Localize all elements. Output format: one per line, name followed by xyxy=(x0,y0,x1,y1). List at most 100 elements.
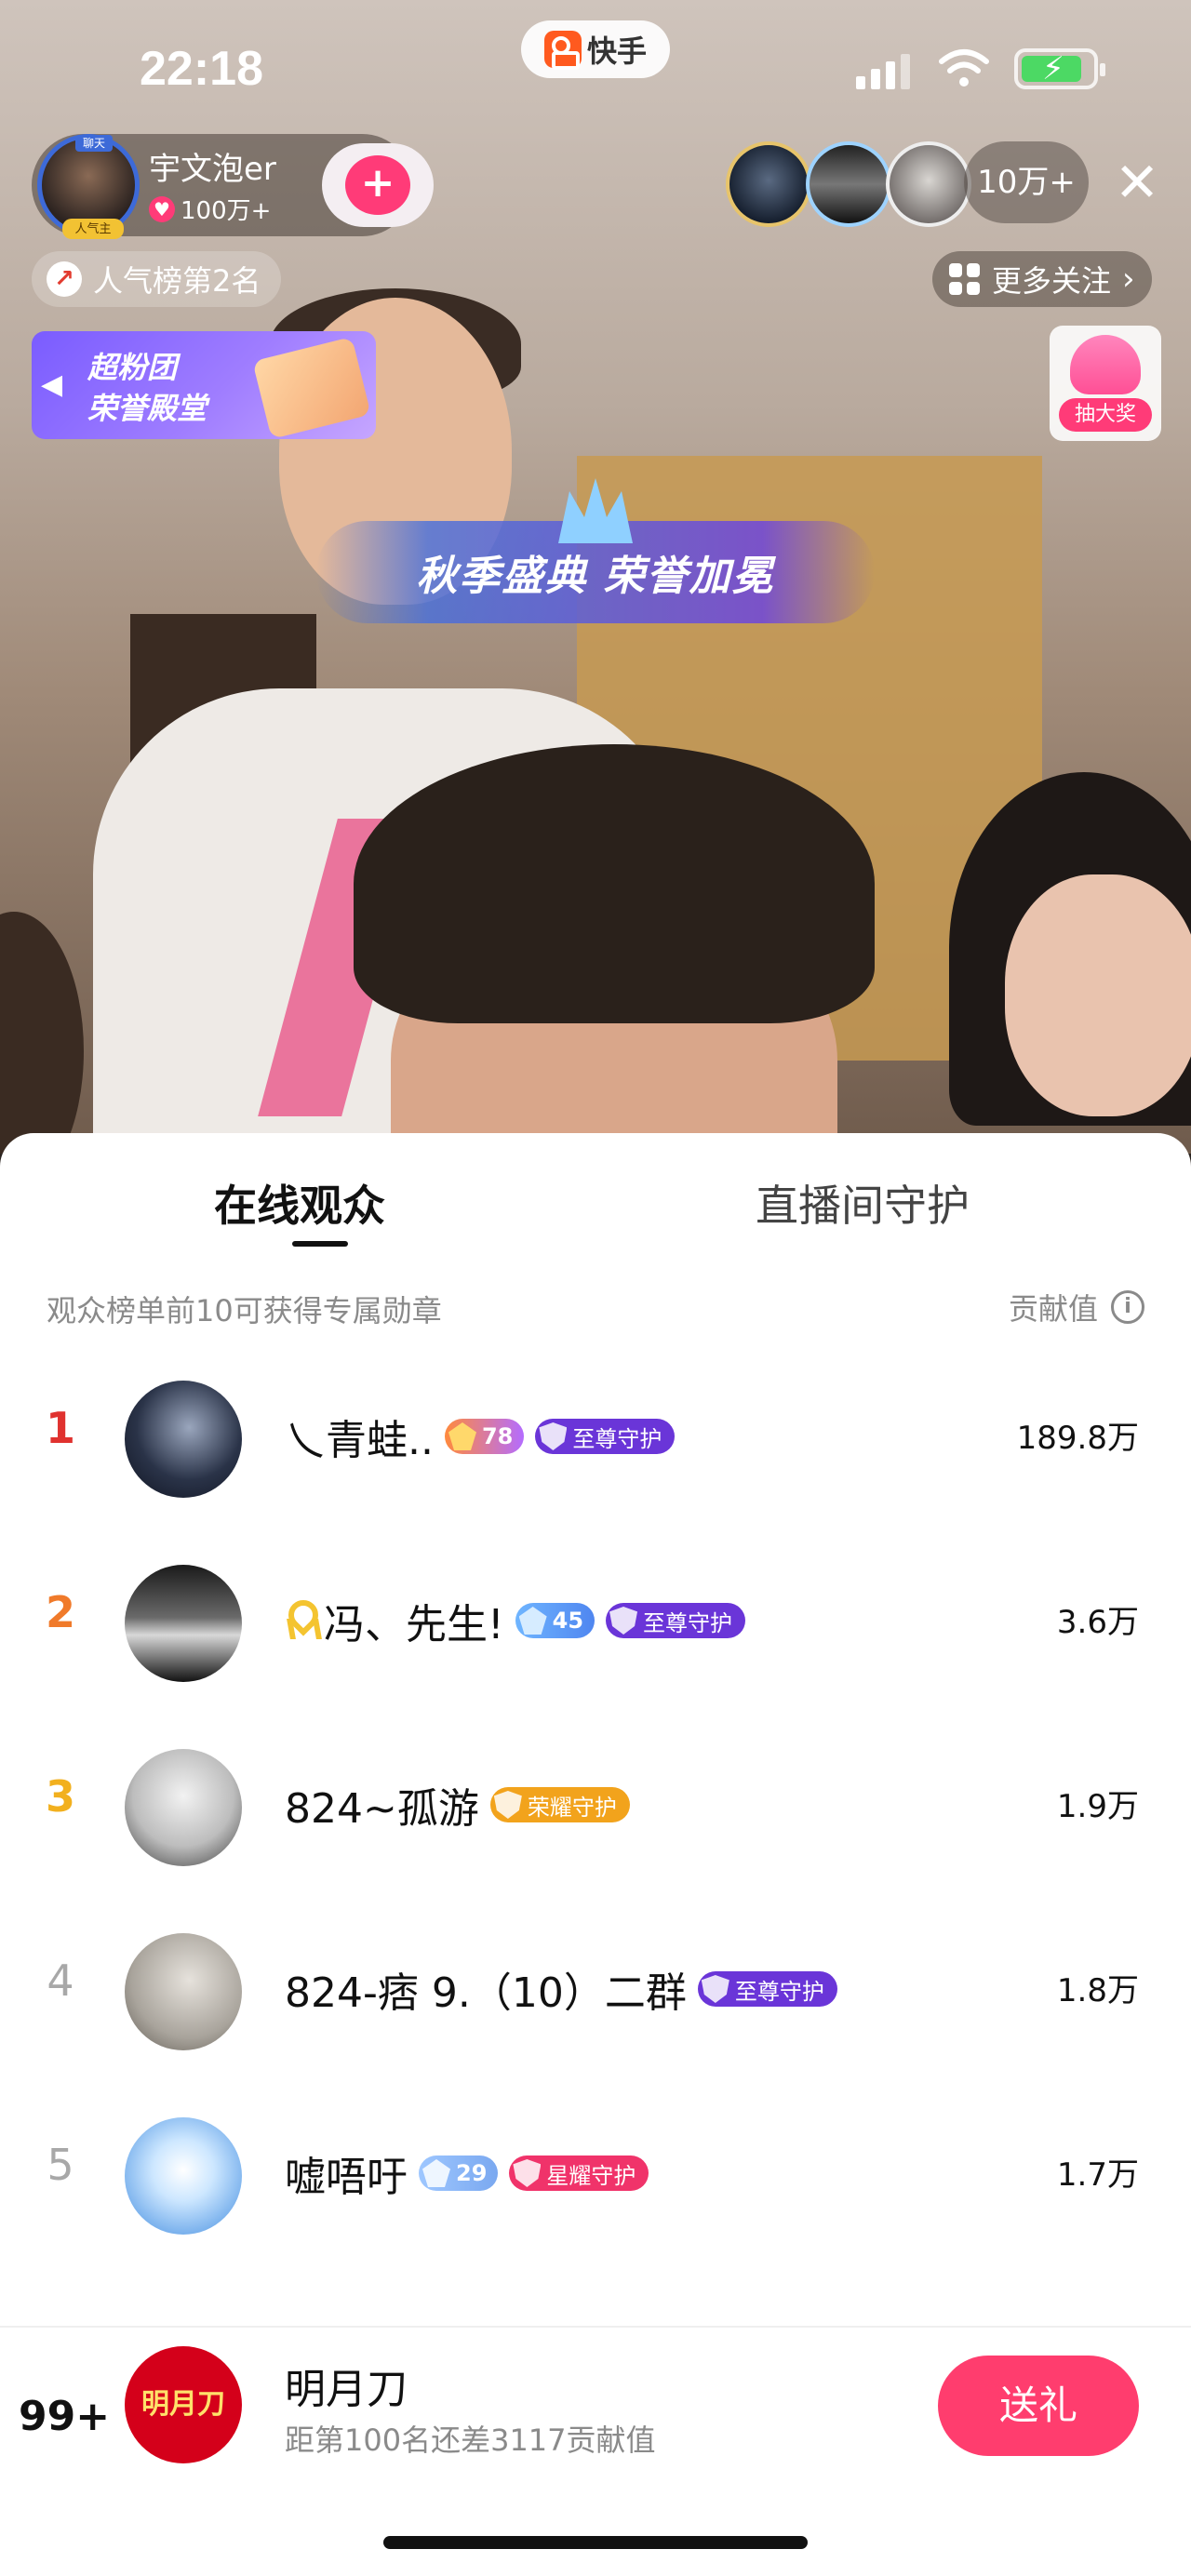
status-time: 22:18 xyxy=(140,42,263,96)
level-badge: 78 xyxy=(444,1419,525,1454)
host-avatar-badge-top: 聊天 xyxy=(75,135,113,152)
list-item[interactable]: 2 冯、先生! 45 至尊守护 3.6万 xyxy=(0,1531,1191,1715)
top-viewer-avatar[interactable] xyxy=(726,141,811,227)
contribution-value: 1.8万 xyxy=(1056,1972,1139,2009)
guard-label: 荣耀守护 xyxy=(527,1794,617,1821)
level-number: 45 xyxy=(552,1608,584,1634)
video-person-right xyxy=(949,772,1191,1154)
lottery-button[interactable]: 抽大奖 xyxy=(1050,326,1161,441)
guard-badge: 至尊守护 xyxy=(606,1603,746,1638)
tab-online-audience[interactable]: 在线观众 xyxy=(214,1172,385,1234)
contribution-value: 1.7万 xyxy=(1056,2156,1139,2194)
viewer-name-line: 冯、先生! 45 至尊守护 xyxy=(285,1591,746,1650)
wifi-icon xyxy=(939,49,989,87)
my-ranking-row: 99+ 明月刀 明月刀 距第100名还差3117贡献值 送礼 xyxy=(0,2326,1191,2512)
viewer-name: 乀青蛙.. xyxy=(285,1417,434,1464)
grid-icon xyxy=(949,263,981,295)
avatar[interactable] xyxy=(125,1565,242,1682)
gem-icon xyxy=(518,1607,547,1635)
viewer-list: 1 乀青蛙.. 78 至尊守护 189.8万 2 冯、先生! 45 至尊守护 3… xyxy=(0,1347,1191,2268)
kuaishou-logo-icon xyxy=(543,31,582,70)
active-tab-indicator xyxy=(292,1241,348,1247)
video-person-front xyxy=(354,744,875,1154)
level-badge: 45 xyxy=(515,1603,596,1638)
viewer-count[interactable]: 10万+ xyxy=(964,141,1089,223)
guard-badge: 星耀守护 xyxy=(509,2156,649,2191)
host-avatar-badge-bottom: 人气主 xyxy=(62,219,124,239)
more-follow-label: 更多关注 xyxy=(992,263,1112,299)
level-number: 29 xyxy=(456,2160,488,2186)
live-room-screen: 22:18 快手 ⚡ 聊天 人气主 宇文泡er ♥ 100万+ + 10万+ ✕ xyxy=(0,0,1191,2576)
popularity-chip[interactable]: ↗ 人气榜第2名 xyxy=(32,251,282,307)
battery-icon: ⚡ xyxy=(1014,48,1105,89)
my-rank: 99+ xyxy=(19,2393,111,2440)
host-name[interactable]: 宇文泡er xyxy=(149,143,276,189)
viewer-name-line: 乀青蛙.. 78 至尊守护 xyxy=(285,1407,676,1466)
host-avatar[interactable]: 聊天 人气主 xyxy=(37,134,140,239)
top-viewer-avatar[interactable] xyxy=(806,141,891,227)
viewer-name: 冯、先生! xyxy=(324,1601,504,1648)
app-name: 快手 xyxy=(586,33,647,69)
follow-button[interactable]: + xyxy=(322,143,434,227)
guard-label: 至尊守护 xyxy=(734,1978,824,2005)
my-rank-gap: 距第100名还差3117贡献值 xyxy=(285,2423,656,2458)
contribution-header[interactable]: 贡献值 i xyxy=(1009,1286,1144,1328)
host-likes: ♥ 100万+ xyxy=(149,192,271,226)
tab-room-guard[interactable]: 直播间守护 xyxy=(756,1172,970,1234)
gift-box-icon xyxy=(252,336,371,439)
cellular-signal-icon xyxy=(856,52,912,89)
guard-badge: 荣耀守护 xyxy=(489,1787,630,1822)
app-badge: 快手 xyxy=(521,20,670,78)
level-number: 78 xyxy=(481,1423,514,1449)
list-item[interactable]: 5 嘘唔吁 29 星耀守护 1.7万 xyxy=(0,2084,1191,2268)
super-fan-banner[interactable]: ◀ 超粉团 荣誉殿堂 xyxy=(32,331,376,439)
event-banner-text: 秋季盛典 荣誉加冕 xyxy=(416,553,775,600)
lottery-label: 抽大奖 xyxy=(1059,398,1152,432)
host-card[interactable]: 聊天 人气主 宇文泡er ♥ 100万+ + xyxy=(32,134,434,239)
contribution-value: 3.6万 xyxy=(1056,1604,1139,1641)
event-banner[interactable]: 秋季盛典 荣誉加冕 xyxy=(316,478,875,623)
avatar[interactable]: 明月刀 xyxy=(125,2346,242,2463)
send-gift-button[interactable]: 送礼 xyxy=(938,2356,1139,2456)
more-follow-chip[interactable]: 更多关注 › xyxy=(932,251,1152,307)
info-icon[interactable]: i xyxy=(1111,1290,1144,1324)
list-item[interactable]: 1 乀青蛙.. 78 至尊守护 189.8万 xyxy=(0,1347,1191,1531)
guard-badge: 至尊守护 xyxy=(535,1419,676,1454)
shield-icon xyxy=(493,1791,522,1819)
top-viewers[interactable] xyxy=(726,141,971,227)
avatar[interactable] xyxy=(125,1381,242,1498)
ribbon-icon xyxy=(285,1600,313,1641)
home-indicator[interactable] xyxy=(383,2536,808,2549)
avatar[interactable] xyxy=(125,1749,242,1866)
rank-number: 4 xyxy=(47,1955,74,2006)
viewer-name-line: 嘘唔吁 29 星耀守护 xyxy=(285,2143,649,2203)
popularity-label: 人气榜第2名 xyxy=(93,263,261,299)
viewer-name: 824-痞 9.（10）二群 xyxy=(285,1969,687,2017)
list-item[interactable]: 3 824~孤游 荣耀守护 1.9万 xyxy=(0,1715,1191,1900)
viewer-name: 嘘唔吁 xyxy=(285,2154,408,2201)
contribution-value: 1.9万 xyxy=(1056,1788,1139,1825)
avatar[interactable] xyxy=(125,1933,242,2050)
rank-number: 2 xyxy=(45,1587,75,1637)
fan-banner-line2: 荣誉殿堂 xyxy=(87,391,207,426)
rank-number: 3 xyxy=(45,1771,75,1822)
list-item[interactable]: 4 824-痞 9.（10）二群 至尊守护 1.8万 xyxy=(0,1900,1191,2084)
top-viewer-avatar[interactable] xyxy=(886,141,971,227)
viewer-name: 824~孤游 xyxy=(285,1785,479,1833)
arrow-left-icon: ◀ xyxy=(41,368,63,401)
close-icon[interactable]: ✕ xyxy=(1107,153,1167,212)
contribution-header-label: 贡献值 xyxy=(1008,1291,1098,1327)
contribution-value: 189.8万 xyxy=(1016,1420,1139,1457)
lucky-pot-icon xyxy=(1070,335,1141,394)
chevron-right-icon: › xyxy=(1122,260,1135,298)
rank-number: 5 xyxy=(47,2140,74,2190)
guard-label: 至尊守护 xyxy=(643,1609,733,1636)
avatar[interactable] xyxy=(125,2117,242,2235)
guard-label: 至尊守护 xyxy=(572,1425,662,1452)
popularity-icon: ↗ xyxy=(47,261,82,297)
video-person-left xyxy=(0,912,84,1154)
ranking-hint: 观众榜单前10可获得专属勋章 xyxy=(47,1293,442,1328)
gem-icon xyxy=(448,1422,476,1450)
shield-icon xyxy=(609,1607,638,1635)
gem-icon xyxy=(422,2159,450,2187)
